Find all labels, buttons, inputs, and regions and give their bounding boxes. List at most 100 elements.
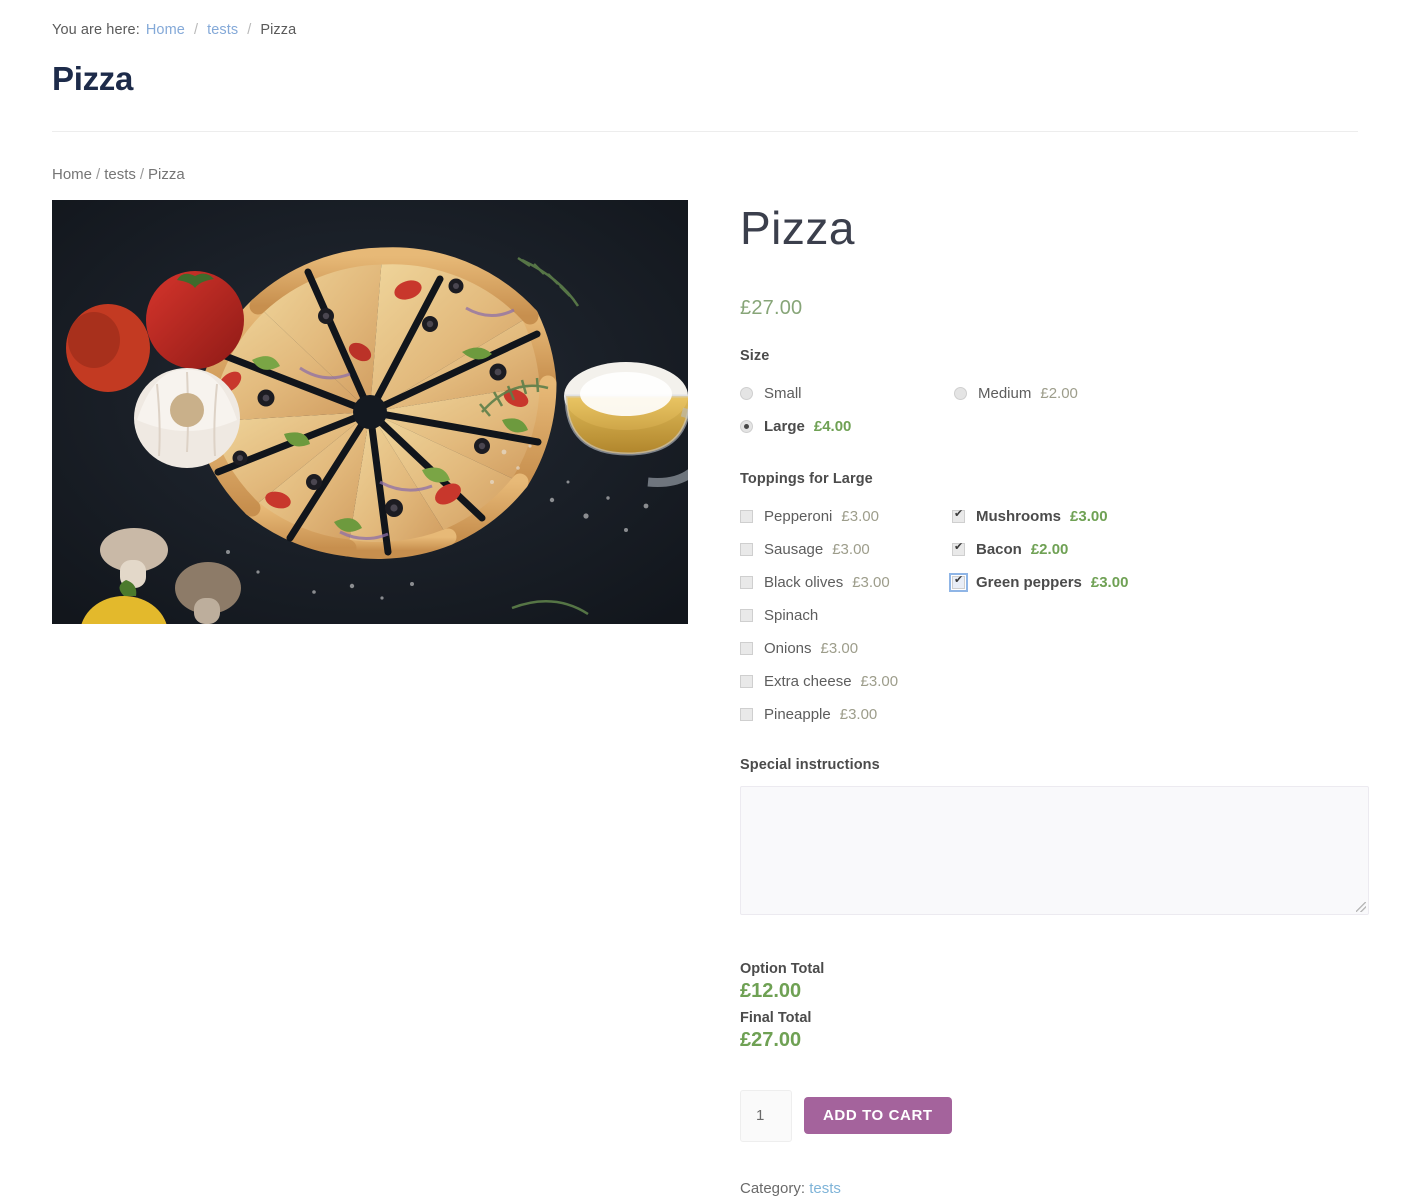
quantity-input[interactable] xyxy=(740,1089,792,1142)
you-are-here-label: You are here: xyxy=(52,22,140,38)
you-are-here-link-tests[interactable]: tests xyxy=(207,22,238,38)
category-label: Category: xyxy=(740,1179,806,1197)
category-link-tests[interactable]: tests xyxy=(809,1180,841,1197)
product-gallery xyxy=(52,200,688,624)
size-option-medium[interactable]: Medium £2.00 xyxy=(954,377,1168,410)
breadcrumb-separator-2: / xyxy=(139,166,145,183)
you-are-here-separator-2: / xyxy=(247,22,252,38)
topping-bacon-label: Bacon xyxy=(976,540,1022,558)
special-instructions-group: Special instructions xyxy=(740,757,1369,915)
checkbox-icon-onions[interactable] xyxy=(740,641,760,655)
you-are-here-link-home[interactable]: Home xyxy=(146,22,185,38)
checkbox-icon-pineapple[interactable] xyxy=(740,707,760,721)
breadcrumb-separator-1: / xyxy=(96,166,101,183)
topping-onions-label: Onions xyxy=(764,639,812,657)
product-summary: Pizza £27.00 Size Small Medium £2.00 Lar… xyxy=(688,200,1369,1197)
topping-sausage-amount: £3.00 xyxy=(832,540,870,558)
size-option-large-label: Large xyxy=(764,417,805,435)
size-option-large-amount: £4.00 xyxy=(813,417,852,435)
topping-spinach-label: Spinach xyxy=(764,606,819,624)
page-header: You are here: Home / tests / Pizza Pizza xyxy=(0,0,1410,98)
checkbox-icon-pepperoni[interactable] xyxy=(740,509,760,523)
topping-pineapple-amount: £3.00 xyxy=(839,705,878,723)
size-option-small[interactable]: Small xyxy=(740,377,954,410)
product-title: Pizza xyxy=(740,202,855,254)
you-are-here-breadcrumb: You are here: Home / tests / Pizza xyxy=(52,22,1358,38)
breadcrumb-link-home[interactable]: Home xyxy=(52,166,92,183)
toppings-label: Toppings for Large xyxy=(740,470,873,487)
size-option-small-col: Small xyxy=(740,377,954,410)
you-are-here-current: Pizza xyxy=(260,22,297,38)
topping-black-olives-amount: £3.00 xyxy=(852,573,890,591)
size-options: Small Medium £2.00 Large £4.00 xyxy=(740,377,1369,443)
size-option-large-col: Large £4.00 xyxy=(740,410,954,443)
size-option-large[interactable]: Large £4.00 xyxy=(740,410,954,443)
topping-pepperoni-label: Pepperoni xyxy=(764,507,833,525)
topping-bacon-amount: £2.00 xyxy=(1030,540,1069,558)
topping-mushrooms-amount: £3.00 xyxy=(1070,507,1108,525)
checkbox-icon-spinach[interactable] xyxy=(740,608,760,622)
checkbox-icon-mushrooms[interactable] xyxy=(952,508,972,523)
you-are-here-separator-1: / xyxy=(193,22,199,38)
special-instructions-label: Special instructions xyxy=(740,756,880,773)
size-option-medium-label: Medium xyxy=(978,384,1032,402)
topping-extra-cheese-label: Extra cheese xyxy=(764,672,852,690)
checkbox-icon-green-peppers[interactable] xyxy=(949,572,972,592)
option-total-label: Option Total xyxy=(740,960,825,977)
topping-spinach[interactable]: Spinach xyxy=(740,599,952,632)
page-title: Pizza xyxy=(52,60,134,97)
topping-black-olives[interactable]: Black olives £3.00 xyxy=(740,566,952,599)
radio-icon-large[interactable] xyxy=(740,419,760,433)
topping-pepperoni[interactable]: Pepperoni £3.00 xyxy=(740,500,952,533)
topping-black-olives-label: Black olives xyxy=(764,573,844,591)
topping-pepperoni-amount: £3.00 xyxy=(841,507,879,525)
final-total-label: Final Total xyxy=(740,1009,812,1026)
topping-pineapple[interactable]: Pineapple £3.00 xyxy=(740,698,952,731)
final-total-value: £27.00 xyxy=(740,1028,802,1051)
toppings-options: Pepperoni £3.00 Sausage £3.00 Black oliv… xyxy=(740,500,1369,731)
topping-mushrooms[interactable]: Mushrooms £3.00 xyxy=(952,500,1164,533)
totals-block: Option Total £12.00 Final Total £27.00 xyxy=(740,961,1369,1052)
resize-handle-icon[interactable] xyxy=(1356,901,1366,912)
special-instructions-input[interactable] xyxy=(740,785,1369,915)
checkbox-icon-black-olives[interactable] xyxy=(740,575,760,589)
topping-green-peppers-label: Green peppers xyxy=(976,573,1082,591)
topping-bacon[interactable]: Bacon £2.00 xyxy=(952,533,1164,566)
checkbox-icon-bacon[interactable] xyxy=(952,541,972,556)
size-option-medium-col: Medium £2.00 xyxy=(954,377,1168,410)
radio-icon-medium[interactable] xyxy=(954,386,974,400)
size-option-small-label: Small xyxy=(764,384,802,402)
header-divider xyxy=(52,131,1358,132)
topping-mushrooms-label: Mushrooms xyxy=(976,507,1062,525)
toppings-column-2: Mushrooms £3.00 Bacon £2.00 Green pepper… xyxy=(949,500,1164,632)
add-to-cart-button[interactable]: ADD TO CART xyxy=(804,1096,952,1134)
topping-extra-cheese-amount: £3.00 xyxy=(860,672,899,690)
product-container: Pizza £27.00 Size Small Medium £2.00 Lar… xyxy=(52,200,1369,1197)
topping-pineapple-label: Pineapple xyxy=(764,705,831,723)
toppings-field-group: Toppings for Large Pepperoni £3.00 Sausa… xyxy=(740,471,1369,731)
breadcrumb-link-tests[interactable]: tests xyxy=(104,166,136,183)
topping-onions-amount: £3.00 xyxy=(820,639,859,657)
special-instructions-value xyxy=(741,787,1368,803)
size-field-group: Size Small Medium £2.00 Large £4.00 xyxy=(740,348,1369,443)
pizza-photo-illustration xyxy=(52,200,688,624)
topping-onions[interactable]: Onions £3.00 xyxy=(740,632,952,665)
toppings-column-3: Onions £3.00 Extra cheese £3.00 Pineappl… xyxy=(740,632,952,731)
checkbox-icon-sausage[interactable] xyxy=(740,542,760,556)
size-label: Size xyxy=(740,347,770,364)
radio-icon-small[interactable] xyxy=(740,386,760,400)
product-category-meta: Category: tests xyxy=(740,1180,1369,1197)
cart-row: ADD TO CART xyxy=(740,1089,1369,1142)
topping-sausage-label: Sausage xyxy=(764,540,824,558)
checkbox-icon-extra-cheese[interactable] xyxy=(740,674,760,688)
topping-green-peppers-amount: £3.00 xyxy=(1090,573,1129,591)
product-price: £27.00 xyxy=(740,296,803,319)
toppings-column-1: Pepperoni £3.00 Sausage £3.00 Black oliv… xyxy=(740,500,952,632)
topping-sausage[interactable]: Sausage £3.00 xyxy=(740,533,952,566)
option-total-value: £12.00 xyxy=(740,979,802,1002)
topping-extra-cheese[interactable]: Extra cheese £3.00 xyxy=(740,665,952,698)
topping-green-peppers[interactable]: Green peppers £3.00 xyxy=(949,566,1164,599)
size-option-medium-amount: £2.00 xyxy=(1040,384,1078,402)
product-image[interactable] xyxy=(52,200,688,624)
breadcrumb-current: Pizza xyxy=(148,166,185,183)
